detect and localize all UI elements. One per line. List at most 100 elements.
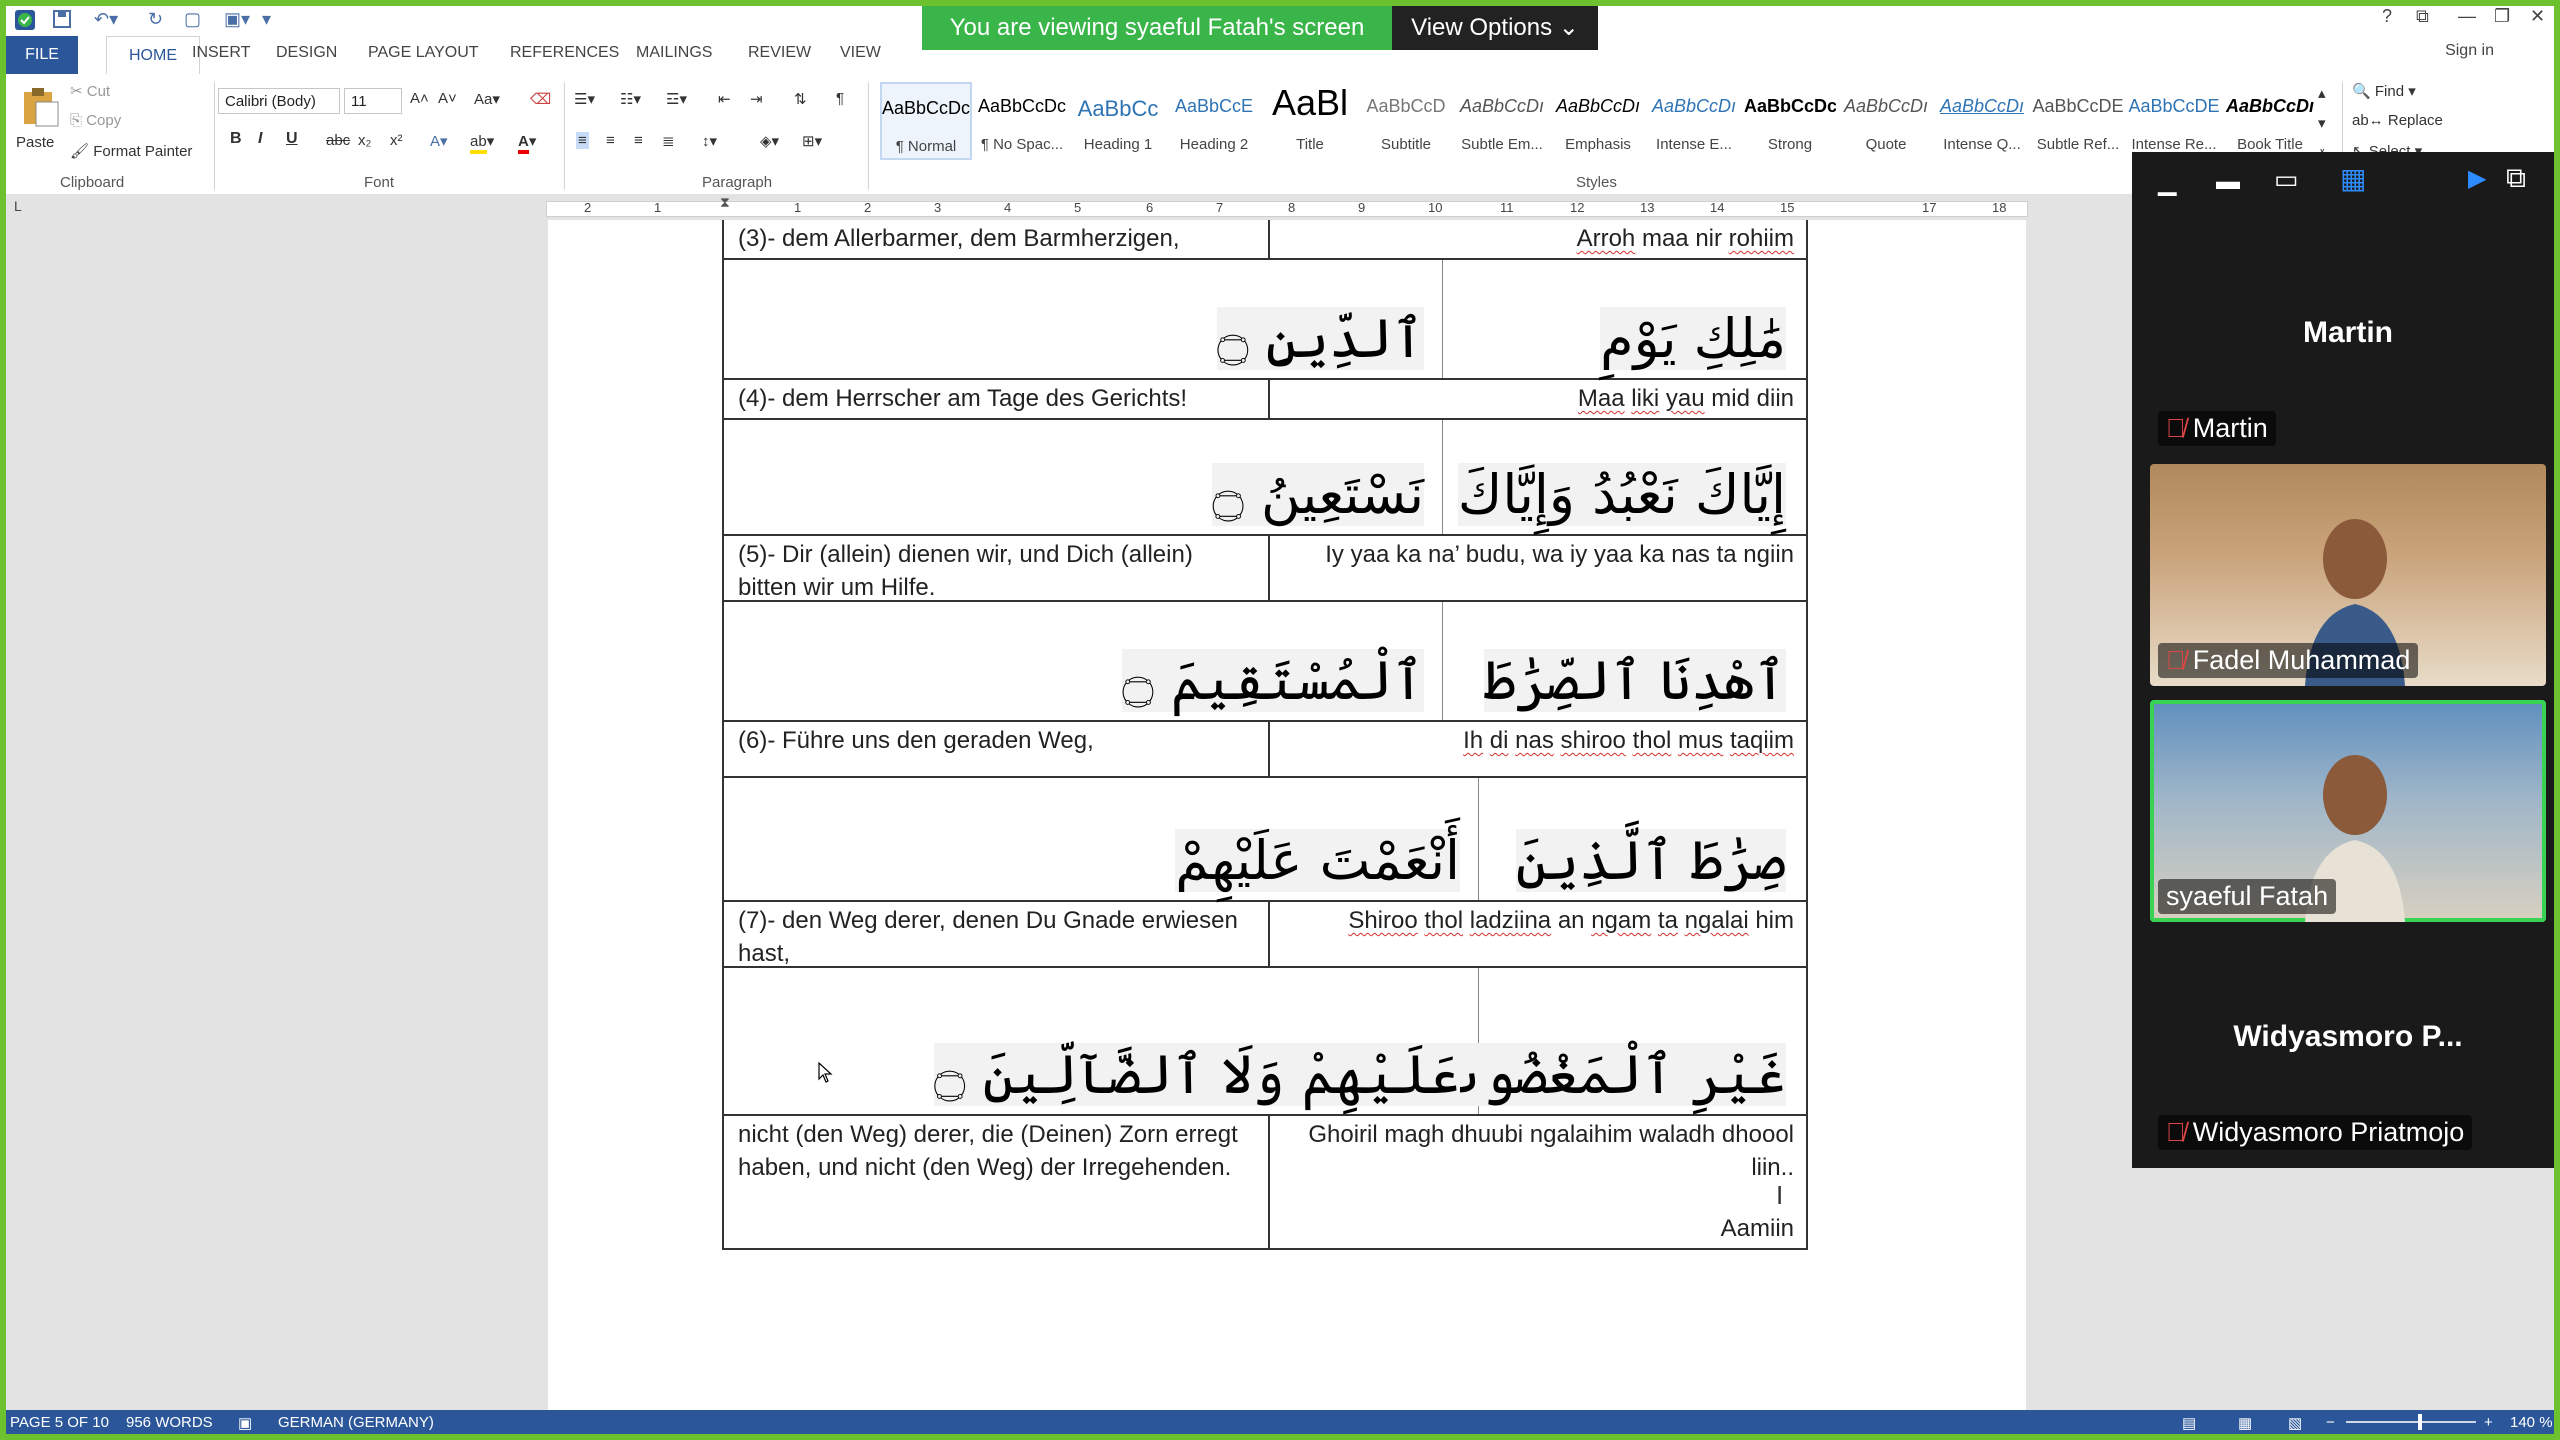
change-case-icon[interactable]: Aa▾ bbox=[474, 90, 500, 108]
font-size-select[interactable]: 11 bbox=[344, 88, 402, 114]
replace-button[interactable]: ab↔ Replace bbox=[2352, 112, 2443, 129]
styles-scroll-down-icon[interactable]: ▾ bbox=[2318, 114, 2326, 132]
line-spacing-icon[interactable]: ↕▾ bbox=[702, 132, 717, 150]
tab-home[interactable]: HOME bbox=[106, 36, 200, 75]
page-count[interactable]: PAGE 5 OF 10 bbox=[10, 1414, 109, 1431]
multilevel-list-icon[interactable]: ☲▾ bbox=[666, 90, 687, 108]
style-heading-2[interactable]: AaBbCcE Heading 2 bbox=[1168, 82, 1260, 160]
participant-tile[interactable]: Widyasmoro P... 🎙̸ Widyasmoro Priatmojo bbox=[2150, 936, 2546, 1158]
subscript-icon[interactable]: x₂ bbox=[358, 132, 371, 149]
bold-icon[interactable]: B bbox=[230, 130, 242, 148]
shading-icon[interactable]: ◈▾ bbox=[760, 132, 779, 150]
style-intense-re[interactable]: AaBbCcDE Intense Re... bbox=[2128, 82, 2220, 160]
help-icon[interactable]: ? bbox=[2382, 6, 2392, 27]
spelling-error-word[interactable]: ngalai bbox=[1685, 907, 1749, 934]
clear-formatting-icon[interactable]: ⌫ bbox=[530, 90, 551, 108]
tab-view[interactable]: VIEW bbox=[840, 44, 881, 62]
zoom-level[interactable]: 140 % bbox=[2510, 1414, 2553, 1431]
superscript-icon[interactable]: x² bbox=[390, 132, 403, 149]
spelling-error-word[interactable]: nas bbox=[1515, 727, 1554, 754]
text-effects-icon[interactable]: A▾ bbox=[430, 132, 448, 150]
participant-tile[interactable]: syaeful Fatah bbox=[2150, 700, 2546, 922]
tab-page-layout[interactable]: PAGE LAYOUT bbox=[368, 44, 479, 62]
style-quote[interactable]: AaBbCcDı Quote bbox=[1840, 82, 1932, 160]
shrink-font-icon[interactable]: A˅ bbox=[438, 90, 457, 107]
zoom-in-icon[interactable]: + bbox=[2484, 1414, 2493, 1431]
spelling-error-word[interactable]: liki bbox=[1631, 385, 1659, 412]
grid-view-icon[interactable]: ▦ bbox=[2340, 162, 2366, 195]
format-painter-button[interactable]: 🖌 Format Painter bbox=[70, 142, 192, 160]
redo-icon[interactable]: ↻ bbox=[148, 9, 163, 30]
spelling-error-word[interactable]: rohiim bbox=[1729, 225, 1794, 252]
justify-icon[interactable]: ≣ bbox=[662, 132, 675, 150]
print-preview-icon[interactable]: ▢ bbox=[184, 9, 201, 30]
minimize-panel-icon[interactable]: ▁ bbox=[2158, 168, 2176, 197]
decrease-indent-icon[interactable]: ⇤ bbox=[718, 90, 731, 108]
spelling-error-word[interactable]: di bbox=[1490, 727, 1509, 754]
next-page-icon[interactable]: ▶ bbox=[2468, 164, 2486, 193]
style-emphasis[interactable]: AaBbCcDı Emphasis bbox=[1552, 82, 1644, 160]
align-right-icon[interactable]: ≡ bbox=[634, 132, 643, 149]
indent-marker-icon[interactable]: ⧗ bbox=[720, 194, 730, 211]
style-title[interactable]: AaBl Title bbox=[1264, 82, 1356, 160]
customize-qat-icon[interactable]: ▾ bbox=[262, 9, 271, 30]
language-indicator[interactable]: GERMAN (GERMANY) bbox=[278, 1414, 434, 1431]
touch-mode-icon[interactable]: ▣▾ bbox=[224, 9, 250, 30]
find-button[interactable]: 🔍 Find ▾ bbox=[2352, 82, 2416, 100]
spelling-error-word[interactable]: ngam bbox=[1591, 907, 1651, 934]
spelling-error-word[interactable]: Shiroo bbox=[1348, 907, 1417, 934]
spelling-error-word[interactable]: thol bbox=[1633, 727, 1672, 754]
font-color-icon[interactable]: A▾ bbox=[518, 132, 536, 154]
style-book-title[interactable]: AaBbCcDı Book Title bbox=[2224, 82, 2316, 160]
style-no-spac[interactable]: AaBbCcDc ¶ No Spac... bbox=[976, 82, 1068, 160]
style-strong[interactable]: AaBbCcDc Strong bbox=[1744, 82, 1836, 160]
word-count[interactable]: 956 WORDS bbox=[126, 1414, 213, 1431]
underline-icon[interactable]: U bbox=[286, 130, 298, 148]
web-layout-icon[interactable]: ▧ bbox=[2288, 1414, 2302, 1432]
style-subtle-ref[interactable]: AaBbCcDE Subtle Ref... bbox=[2032, 82, 2124, 160]
center-icon[interactable]: ≡ bbox=[606, 132, 615, 149]
read-mode-icon[interactable]: ▤ bbox=[2182, 1414, 2196, 1432]
zoom-out-icon[interactable]: − bbox=[2326, 1414, 2335, 1431]
spelling-error-word[interactable]: thol bbox=[1424, 907, 1463, 934]
undo-icon[interactable]: ↶▾ bbox=[94, 9, 118, 30]
highlight-icon[interactable]: ab▾ bbox=[470, 132, 494, 154]
font-family-select[interactable]: Calibri (Body) bbox=[218, 88, 340, 114]
spelling-error-word[interactable]: yau bbox=[1666, 385, 1705, 412]
gallery-strip-icon[interactable]: ▭ bbox=[2274, 164, 2299, 195]
tab-review[interactable]: REVIEW bbox=[748, 44, 811, 62]
borders-icon[interactable]: ⊞▾ bbox=[802, 132, 822, 150]
spelling-error-word[interactable]: ladziina bbox=[1470, 907, 1551, 934]
sort-icon[interactable]: ⇅ bbox=[794, 90, 807, 108]
spelling-error-word[interactable]: shiroo bbox=[1561, 727, 1626, 754]
spelling-error-word[interactable]: taqiim bbox=[1730, 727, 1794, 754]
style-subtle-em[interactable]: AaBbCcDı Subtle Em... bbox=[1456, 82, 1548, 160]
participant-tile[interactable]: Martin 🎙̸ Martin bbox=[2150, 232, 2546, 454]
align-left-icon[interactable]: ≡ bbox=[576, 132, 589, 149]
tab-references[interactable]: REFERENCES bbox=[510, 44, 619, 62]
spelling-error-word[interactable]: Maa bbox=[1578, 385, 1625, 412]
tab-mailings[interactable]: MAILINGS bbox=[636, 44, 712, 62]
copy-button[interactable]: ⎘ Copy bbox=[70, 112, 121, 129]
tab-insert[interactable]: INSERT bbox=[192, 44, 250, 62]
spelling-error-word[interactable]: Ih bbox=[1463, 727, 1483, 754]
spelling-error-word[interactable]: Arroh bbox=[1577, 225, 1636, 252]
save-icon[interactable] bbox=[52, 9, 72, 34]
proofing-icon[interactable]: ▣ bbox=[238, 1414, 252, 1432]
tab-selector-icon[interactable]: L bbox=[14, 198, 22, 214]
ribbon-display-icon[interactable]: ⧉ bbox=[2416, 6, 2429, 27]
tab-file[interactable]: FILE bbox=[6, 36, 78, 74]
participant-tile[interactable]: 🎙̸ Fadel Muhammad bbox=[2150, 464, 2546, 686]
style-heading-1[interactable]: AaBbCc Heading 1 bbox=[1072, 82, 1164, 160]
numbering-icon[interactable]: ☷▾ bbox=[620, 90, 641, 108]
style-intense-e[interactable]: AaBbCcDı Intense E... bbox=[1648, 82, 1740, 160]
speaker-view-icon[interactable]: ▬ bbox=[2216, 168, 2240, 196]
style-intense-q[interactable]: AaBbCcDı Intense Q... bbox=[1936, 82, 2028, 160]
zoom-slider-thumb[interactable] bbox=[2418, 1414, 2422, 1430]
styles-scroll-up-icon[interactable]: ▴ bbox=[2318, 84, 2326, 102]
bullets-icon[interactable]: ☰▾ bbox=[574, 90, 595, 108]
minimize-icon[interactable]: — bbox=[2458, 6, 2476, 27]
style-normal[interactable]: AaBbCcDc ¶ Normal bbox=[880, 82, 972, 160]
cut-button[interactable]: ✂ Cut bbox=[70, 82, 110, 100]
show-marks-icon[interactable]: ¶ bbox=[836, 90, 844, 107]
